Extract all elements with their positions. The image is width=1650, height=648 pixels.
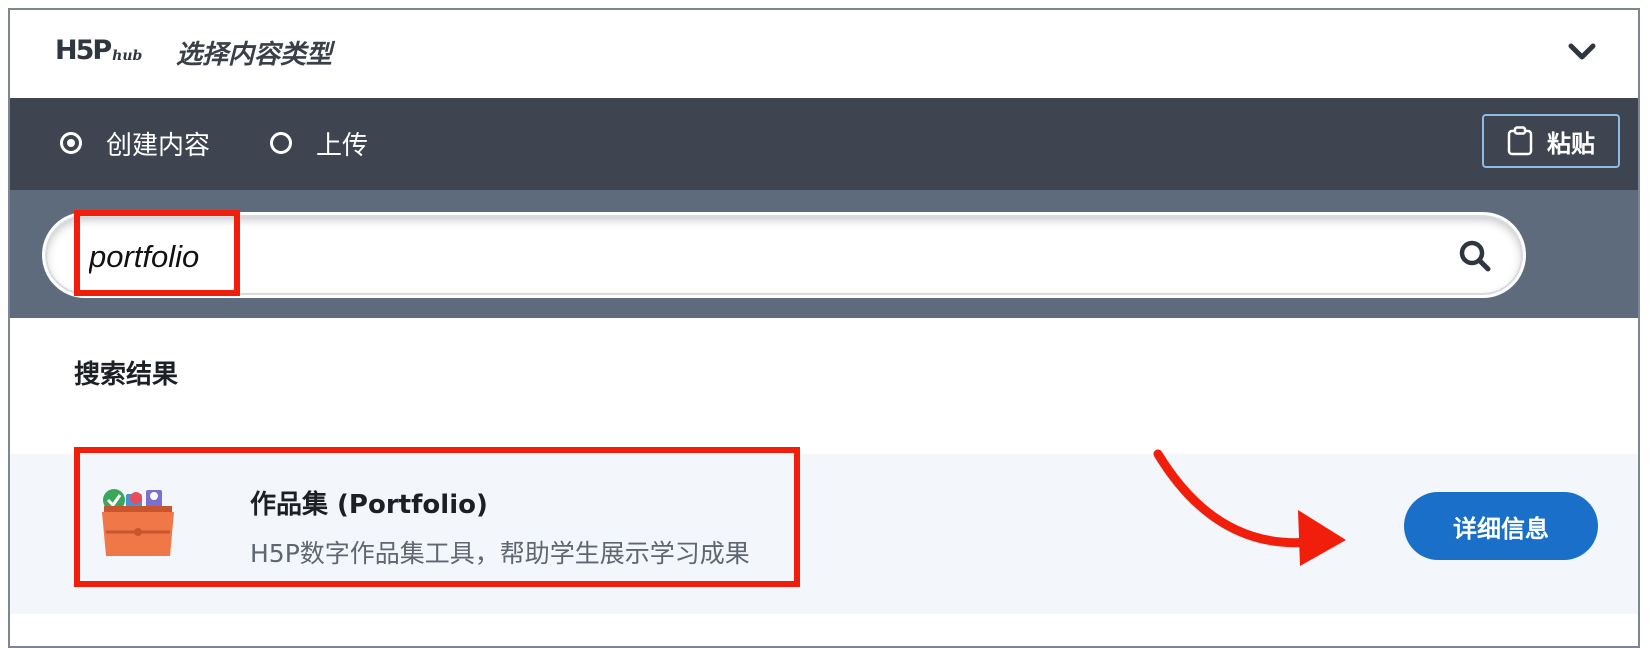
tab-upload-label: 上传 — [316, 130, 369, 161]
h5p-hub-logo: H5P hub — [55, 36, 142, 66]
results-heading: 搜索结果 — [74, 360, 179, 390]
search-input[interactable] — [87, 233, 1411, 281]
paste-button[interactable]: 粘贴 — [1482, 114, 1620, 168]
item-description: H5P数字作品集工具，帮助学生展示学习成果 — [250, 539, 750, 568]
search-box[interactable] — [42, 212, 1526, 298]
search-icon[interactable] — [1457, 238, 1493, 274]
h5p-hub-panel: H5P hub 选择内容类型 创建内容 上传 粘贴 portfolio 搜索结果… — [8, 8, 1640, 648]
search-area — [10, 190, 1638, 318]
tab-create-label: 创建内容 — [106, 130, 211, 161]
results-header: 搜索结果 — [10, 318, 1638, 418]
radio-checked-icon[interactable] — [60, 132, 82, 154]
list-item-portfolio[interactable]: 作品集 (Portfolio) H5P数字作品集工具，帮助学生展示学习成果 详细… — [10, 454, 1638, 614]
portfolio-icon — [102, 489, 174, 556]
item-title: 作品集 (Portfolio) — [250, 490, 488, 520]
hub-header: H5P hub 选择内容类型 — [10, 10, 1638, 98]
tab-upload[interactable]: 上传 — [270, 123, 368, 163]
paste-label: 粘贴 — [1547, 130, 1595, 158]
tab-create-content[interactable]: 创建内容 — [60, 123, 210, 163]
hub-title: 选择内容类型 — [176, 40, 333, 70]
logo-h5p-text: H5P — [55, 35, 112, 66]
clipboard-icon — [1507, 126, 1533, 156]
tabs-bar: 创建内容 上传 粘贴 — [10, 98, 1638, 190]
chevron-down-icon[interactable] — [1568, 40, 1596, 64]
results-list: 作品集 (Portfolio) H5P数字作品集工具，帮助学生展示学习成果 详细… — [10, 418, 1638, 646]
radio-unchecked-icon[interactable] — [270, 132, 292, 154]
details-button[interactable]: 详细信息 — [1404, 492, 1598, 560]
logo-hub-text: hub — [112, 48, 143, 64]
